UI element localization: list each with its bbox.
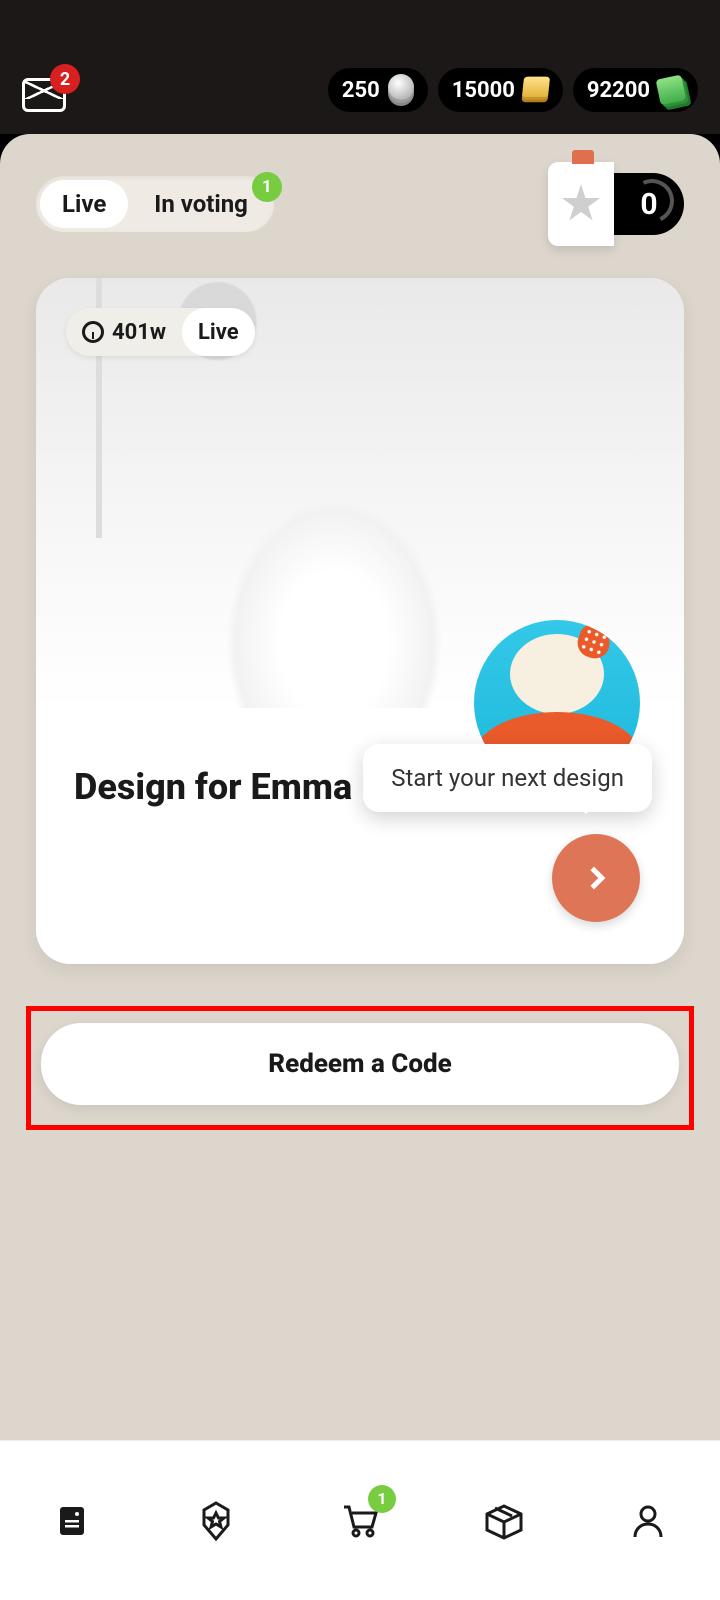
- currency-row: 250 15000 92200: [328, 68, 698, 112]
- next-design-tooltip: Start your next design: [363, 744, 652, 812]
- tab-live-label: Live: [62, 190, 106, 218]
- box-icon: [483, 1500, 525, 1542]
- clock-icon: [82, 321, 104, 343]
- cash-icon: [656, 75, 687, 106]
- time-chip: 401w: [66, 308, 182, 356]
- cart-badge: 1: [368, 1485, 396, 1513]
- currency-silver[interactable]: 250: [328, 68, 428, 112]
- coins-silver-icon: [388, 74, 414, 100]
- currency-gold[interactable]: 15000: [438, 68, 563, 112]
- currency-cash[interactable]: 92200: [573, 68, 698, 112]
- star-badge-icon: [195, 1500, 237, 1542]
- tab-in-voting-label: In voting: [154, 190, 248, 218]
- star-counter[interactable]: 0: [548, 162, 684, 246]
- live-chip: Live: [182, 308, 255, 356]
- bottom-nav: 1: [0, 1440, 720, 1600]
- top-bar: 2 250 15000 92200: [0, 0, 720, 134]
- tab-live[interactable]: Live: [40, 180, 128, 228]
- design-card[interactable]: 401w Live Design for Emma Start your nex…: [36, 278, 684, 964]
- status-tabs: Live In voting 1: [36, 176, 274, 232]
- nav-profile[interactable]: [620, 1493, 676, 1549]
- redeem-code-label: Redeem a Code: [268, 1049, 451, 1079]
- currency-silver-value: 250: [342, 78, 380, 103]
- live-chip-label: Live: [198, 320, 239, 345]
- next-design-button[interactable]: [552, 834, 640, 922]
- currency-gold-value: 15000: [452, 78, 515, 103]
- star-count: 0: [614, 173, 684, 235]
- nav-box[interactable]: [476, 1493, 532, 1549]
- currency-cash-value: 92200: [587, 78, 650, 103]
- chevron-right-icon: [583, 867, 606, 890]
- profile-icon: [628, 1501, 668, 1541]
- mail-badge: 2: [50, 64, 80, 94]
- card-status-chips: 401w Live: [66, 308, 255, 356]
- coins-gold-icon: [522, 77, 550, 98]
- nav-star[interactable]: [188, 1493, 244, 1549]
- star-box: [548, 162, 614, 246]
- nav-home[interactable]: [44, 1493, 100, 1549]
- time-chip-label: 401w: [112, 320, 166, 345]
- tab-in-voting[interactable]: In voting 1: [132, 180, 270, 228]
- nav-cart[interactable]: 1: [332, 1493, 388, 1549]
- star-icon: [561, 184, 601, 224]
- receipt-icon: [52, 1501, 92, 1541]
- mail-button[interactable]: 2: [22, 78, 66, 112]
- tabs-row: Live In voting 1 0: [0, 134, 720, 246]
- main-sheet: Live In voting 1 0 401w Live Design for: [0, 134, 720, 1600]
- card-title: Design for Emma: [74, 766, 352, 808]
- redeem-code-button[interactable]: Redeem a Code: [41, 1023, 679, 1105]
- tab-in-voting-badge: 1: [252, 172, 282, 202]
- redeem-highlight: Redeem a Code: [26, 1006, 694, 1130]
